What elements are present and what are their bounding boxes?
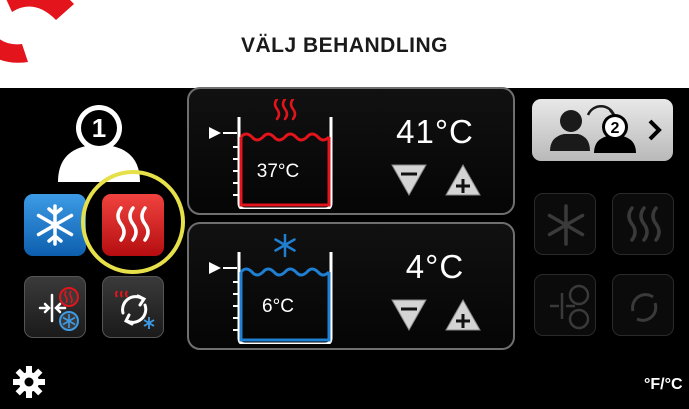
heat-waves-icon	[627, 206, 661, 242]
user2-dual-mode-button[interactable]	[534, 274, 596, 336]
snowflake-icon	[36, 204, 74, 246]
cold-tank-current-temp: 6°C	[262, 296, 294, 317]
header-bar: VÄLJ BEHANDLING	[0, 0, 689, 88]
hot-tank-panel: 37°C 41°C	[187, 87, 515, 215]
alternating-mode-button[interactable]	[102, 276, 164, 338]
dual-mode-icon	[38, 287, 79, 331]
hot-tank-current-temp: 37°C	[256, 161, 300, 182]
user-switch-icon: 2	[550, 105, 662, 153]
alternating-mode-icon	[631, 293, 658, 322]
snowflake-icon	[274, 234, 296, 258]
cold-decrease-button[interactable]	[390, 298, 428, 332]
cold-tank-graphic	[209, 234, 333, 344]
dual-mode-icon	[550, 284, 590, 330]
heat-waves-icon	[116, 206, 150, 242]
cold-increase-button[interactable]	[444, 298, 482, 332]
gear-icon[interactable]	[13, 366, 45, 398]
heat-waves-icon	[273, 99, 297, 121]
page-title: VÄLJ BEHANDLING	[240, 34, 448, 57]
user-2-number: 2	[611, 120, 620, 137]
switch-to-user-2-button[interactable]: 2	[532, 99, 673, 161]
cool-mode-button[interactable]	[24, 194, 86, 256]
dual-mode-button[interactable]	[24, 276, 86, 338]
user-number: 1	[92, 113, 106, 143]
cold-tank-panel: 6°C 4°C	[187, 222, 515, 350]
snowflake-icon	[547, 204, 585, 246]
user2-heat-mode-button[interactable]	[612, 193, 674, 255]
user2-alternating-mode-button[interactable]	[612, 274, 674, 336]
units-toggle-button[interactable]: °F/°C	[644, 370, 684, 400]
hot-tank-setpoint: 41°C	[396, 113, 474, 150]
hot-increase-button[interactable]	[444, 163, 482, 197]
chevron-right-icon	[648, 119, 662, 141]
cold-tank-setpoint: 4°C	[405, 248, 465, 285]
hot-tank-graphic	[209, 99, 333, 209]
user2-cool-mode-button[interactable]	[534, 193, 596, 255]
alternating-mode-icon	[115, 290, 155, 329]
heat-mode-button[interactable]	[102, 194, 164, 256]
hot-decrease-button[interactable]	[390, 163, 428, 197]
